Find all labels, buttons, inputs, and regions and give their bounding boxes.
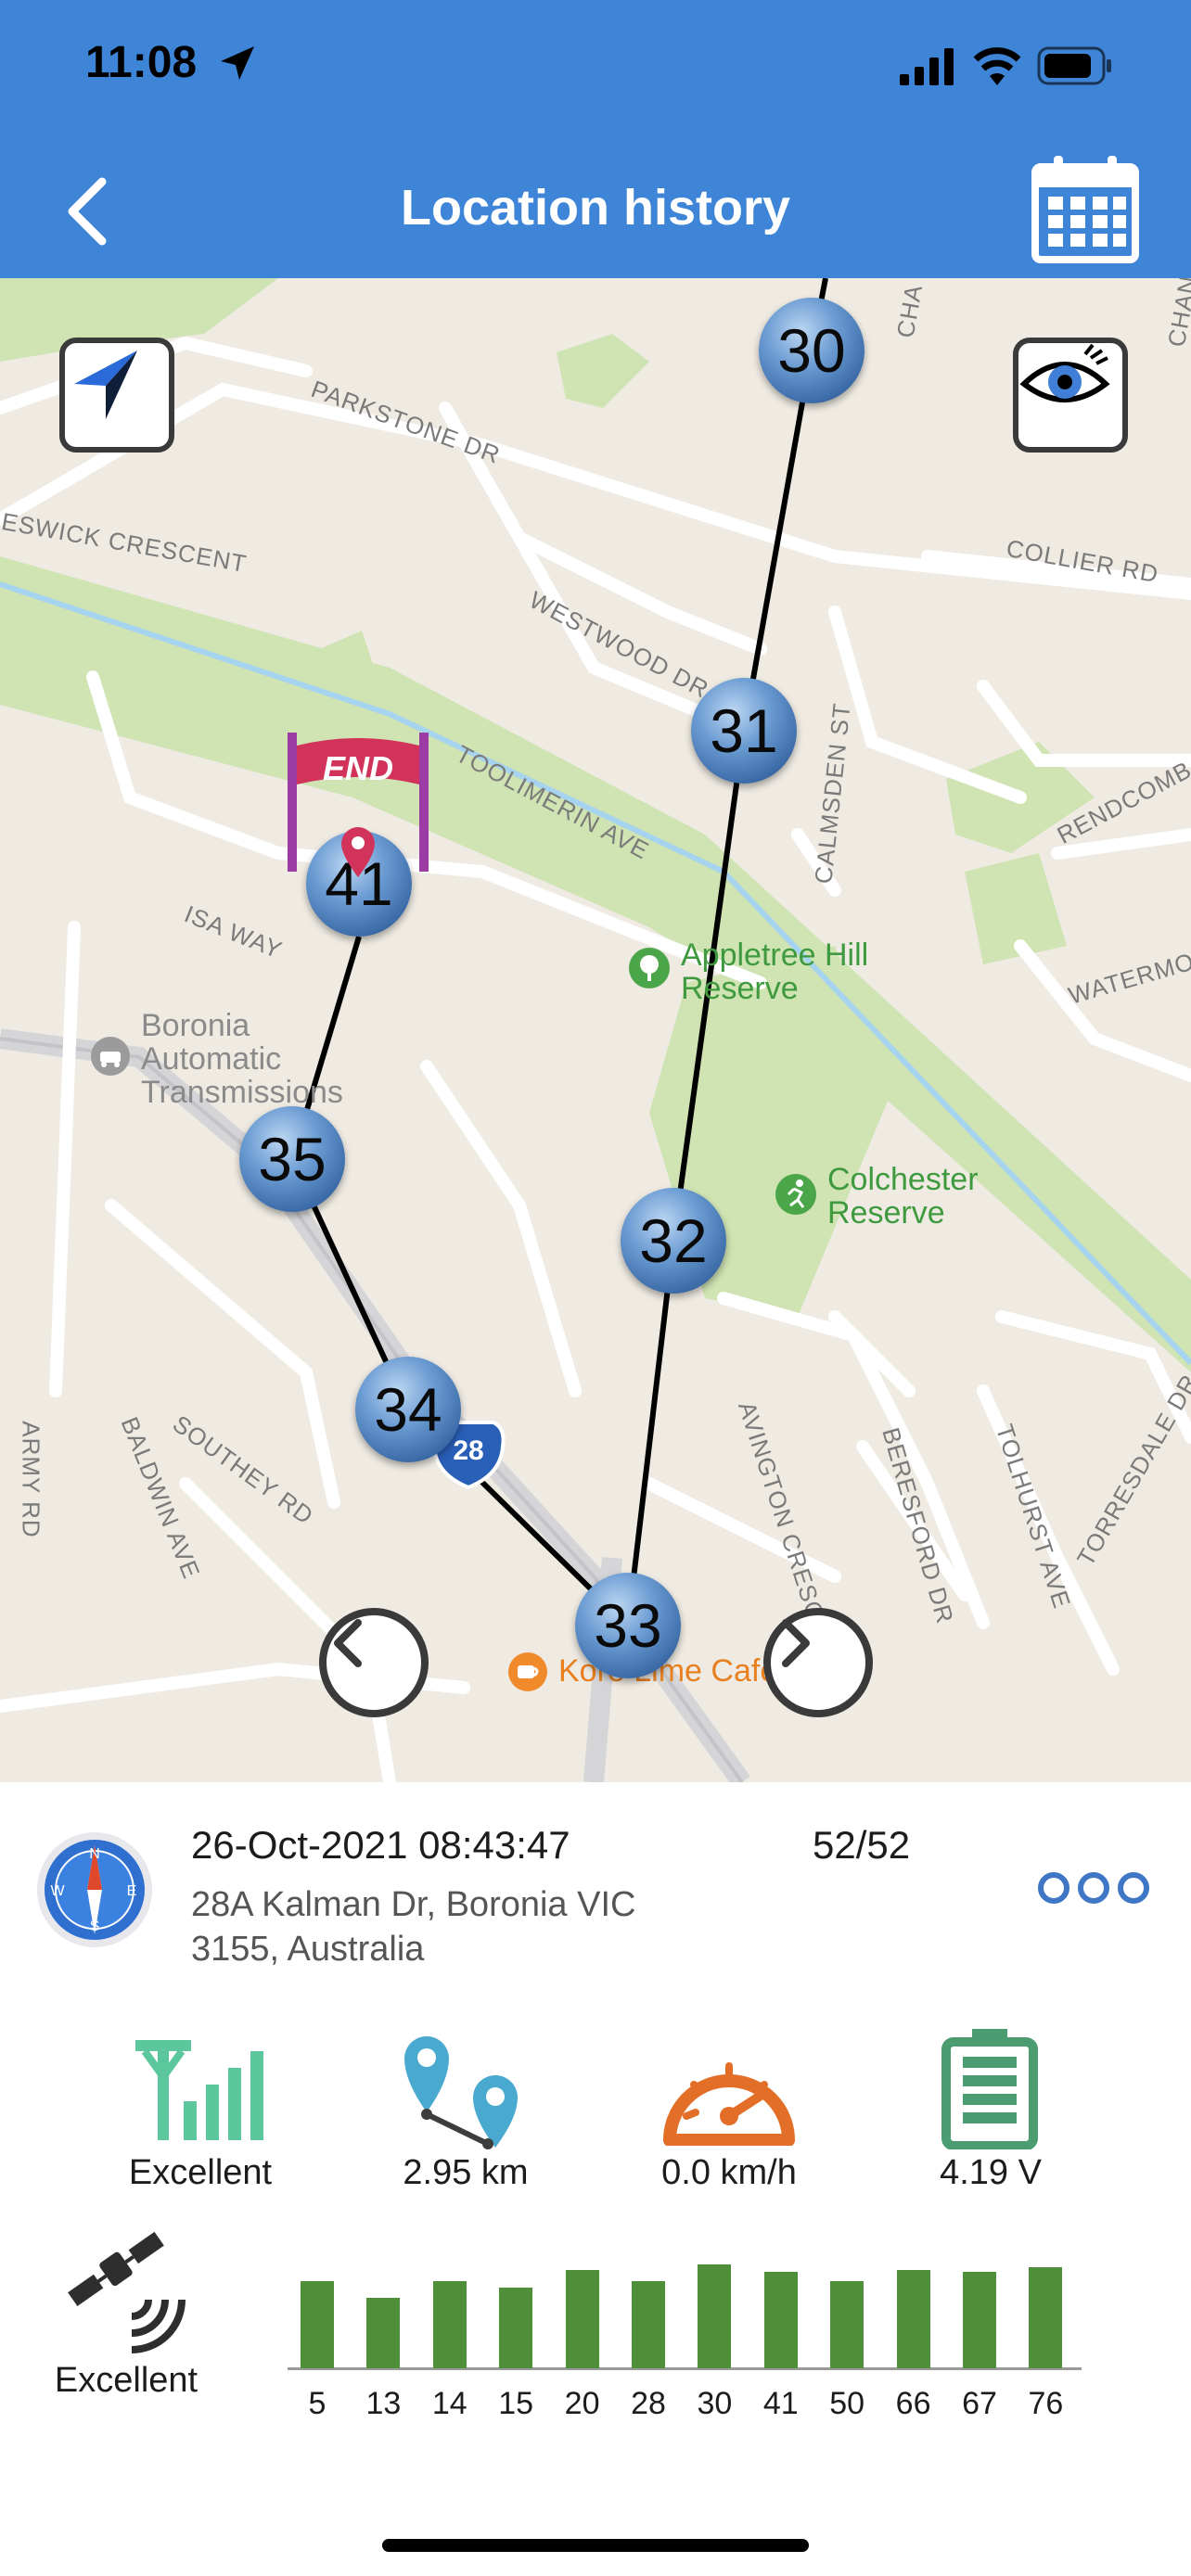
- distance-value: 2.95 km: [403, 2153, 529, 2192]
- location-services-icon: [221, 46, 254, 80]
- svg-text:W: W: [50, 1883, 65, 1899]
- satellite-bar-67: [963, 2272, 996, 2368]
- satellite-bar-41: [763, 2272, 798, 2368]
- satellite-bar-20: [565, 2270, 599, 2368]
- point-counter: 52/52: [813, 1823, 911, 1867]
- status-time: 11:08: [85, 38, 198, 87]
- satellite-label-20: 20: [564, 2386, 600, 2421]
- satellite-bar-5: [301, 2281, 334, 2368]
- svg-text:E: E: [127, 1883, 137, 1899]
- poi-appletree-hill-reserve[interactable]: Appletree Hill Reserve: [681, 938, 922, 1005]
- map-view[interactable]: 28 PARKSTONE DR ESWICK CRESCENT WESTWOOD…: [0, 278, 1191, 1782]
- satellite-label-28: 28: [631, 2386, 666, 2421]
- distance-pins-icon: [404, 2036, 518, 2149]
- signal-quality: Excellent: [128, 2153, 273, 2192]
- satellite-bar-15: [499, 2288, 533, 2368]
- battery-voltage-icon: [941, 2029, 1038, 2149]
- navigation-arrow-icon: [74, 351, 137, 419]
- page-title: Location history: [400, 180, 791, 236]
- eye-icon: [1019, 343, 1110, 402]
- home-indicator: [382, 2539, 809, 2552]
- timestamp: 26-Oct-2021 08:43:47: [191, 1823, 570, 1867]
- satellite-bar-50: [830, 2281, 864, 2368]
- satellite-label-5: 5: [308, 2386, 327, 2421]
- satellite-bar-76: [1029, 2267, 1063, 2368]
- next-point-button[interactable]: [763, 1608, 873, 1717]
- previous-point-button[interactable]: [319, 1608, 429, 1717]
- battery-voltage: 4.19 V: [940, 2153, 1042, 2192]
- satellite-label-30: 30: [697, 2386, 733, 2421]
- battery-status-icon: [1037, 46, 1111, 85]
- compass-icon: N S W E: [37, 1832, 152, 1947]
- satellite-signal-chart: [284, 2225, 1082, 2374]
- address: 28A Kalman Dr, Boronia VIC 3155, Austral…: [191, 1885, 636, 1969]
- cellular-signal-icon: [900, 48, 954, 85]
- track-marker-33[interactable]: 33: [575, 1573, 681, 1678]
- speed-value: 0.0 km/h: [661, 2153, 797, 2192]
- park-icon: [629, 948, 670, 988]
- visibility-toggle-button[interactable]: [1013, 338, 1128, 453]
- svg-text:S: S: [90, 1919, 100, 1934]
- signal-strength-icon: [135, 2040, 263, 2140]
- chevron-right-icon: [782, 1619, 810, 1667]
- map-pin-icon: [341, 827, 375, 877]
- satellite-label-15: 15: [498, 2386, 534, 2421]
- satellite-label-14: 14: [431, 2386, 467, 2421]
- satellite-bar-66: [896, 2270, 930, 2368]
- track-marker-35[interactable]: 35: [239, 1106, 345, 1212]
- satellite-label-41: 41: [762, 2386, 799, 2421]
- satellite-bar-30: [698, 2264, 732, 2368]
- satellite-label-66: 66: [895, 2386, 931, 2421]
- chevron-left-icon: [334, 1619, 362, 1667]
- more-options-icon[interactable]: [1035, 1869, 1152, 1906]
- gps-quality: Excellent: [54, 2361, 198, 2400]
- my-location-button[interactable]: [59, 338, 174, 453]
- calendar-icon[interactable]: [1031, 154, 1139, 263]
- satellite-icon: [68, 2231, 186, 2353]
- track-marker-32[interactable]: 32: [621, 1188, 726, 1294]
- satellite-label-67: 67: [962, 2386, 997, 2421]
- wifi-icon: [973, 47, 1021, 85]
- satellite-bar-28: [632, 2281, 665, 2368]
- poi-colchester-reserve[interactable]: Colchester Reserve: [827, 1163, 1041, 1230]
- street-label: ARMY RD: [17, 1421, 45, 1538]
- car-service-icon: [91, 1037, 130, 1076]
- poi-boronia-automatic-transmissions[interactable]: Boronia Automatic Transmissions: [141, 1009, 382, 1109]
- header-bar: 11:08 Location history: [0, 0, 1191, 278]
- track-marker-31[interactable]: 31: [691, 678, 797, 784]
- end-banner-label: END: [322, 749, 393, 787]
- track-marker-34[interactable]: 34: [355, 1357, 461, 1462]
- running-icon: [775, 1174, 816, 1215]
- svg-text:N: N: [89, 1846, 100, 1862]
- satellite-bar-13: [366, 2298, 401, 2368]
- track-marker-30[interactable]: 30: [759, 298, 864, 403]
- satellite-label-13: 13: [365, 2386, 402, 2421]
- cafe-icon: [508, 1652, 547, 1691]
- satellite-bar-14: [432, 2281, 467, 2368]
- satellite-label-76: 76: [1028, 2386, 1064, 2421]
- satellite-label-50: 50: [829, 2386, 865, 2421]
- speedometer-icon: [663, 2062, 795, 2146]
